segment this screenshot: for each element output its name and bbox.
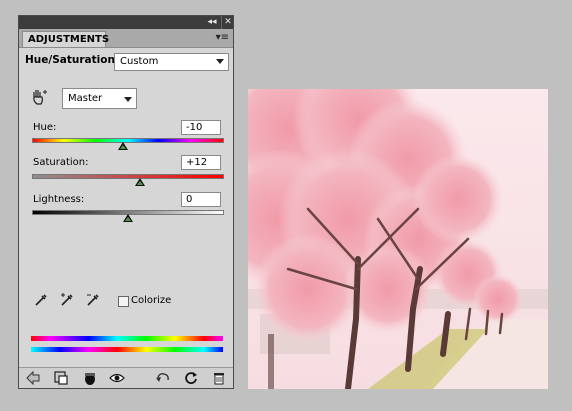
saturation-value: +12 [186, 157, 208, 168]
saturation-slider-track[interactable] [32, 174, 224, 179]
clip-layer-icon[interactable] [53, 370, 69, 386]
preset-title: Hue/Saturation [25, 54, 115, 66]
hue-field[interactable]: -10 [181, 120, 221, 135]
tab-row: ADJUSTMENTS ▾≡ [19, 29, 233, 48]
tab-adjustments[interactable]: ADJUSTMENTS [22, 31, 110, 47]
tab-label: ADJUSTMENTS [28, 34, 110, 45]
hand-adjust-icon[interactable] [30, 88, 48, 106]
cherry-blossom-image [248, 89, 548, 389]
eye-icon[interactable] [109, 370, 125, 386]
visibility-circle-icon[interactable] [82, 370, 98, 386]
close-icon[interactable]: ✕ [221, 16, 234, 29]
colorize-checkbox[interactable] [118, 296, 129, 307]
result-color-bar [31, 347, 223, 352]
lightness-field[interactable]: 0 [181, 192, 221, 207]
lightness-label: Lightness: [33, 194, 85, 205]
hue-slider-track[interactable] [32, 138, 224, 143]
saturation-slider-thumb[interactable] [134, 178, 145, 186]
saturation-label: Saturation: [33, 157, 89, 168]
source-color-bar [31, 336, 223, 341]
eyedropper-icon[interactable] [33, 292, 49, 308]
lightness-value: 0 [186, 194, 193, 205]
channel-value: Master [68, 93, 103, 104]
adjustments-panel: ◂◂ ✕ ADJUSTMENTS ▾≡ Hue/Saturation Custo… [18, 15, 234, 389]
lightness-slider-thumb[interactable] [123, 214, 133, 222]
return-arrow-icon[interactable] [25, 370, 41, 386]
panel-menu-icon[interactable]: ▾≡ [216, 32, 229, 43]
hue-slider-thumb[interactable] [117, 142, 128, 150]
previous-state-icon[interactable] [155, 370, 171, 386]
chevron-down-icon [124, 97, 132, 102]
channel-dropdown[interactable]: Master [62, 88, 137, 109]
trash-icon[interactable] [211, 370, 227, 386]
eyedropper-plus-icon[interactable] [59, 292, 75, 308]
hue-value: -10 [186, 122, 203, 133]
preset-dropdown[interactable]: Custom [114, 53, 229, 71]
saturation-field[interactable]: +12 [181, 155, 221, 170]
cherry-blossom-photo [248, 89, 548, 389]
collapse-icon[interactable]: ◂◂ [205, 16, 219, 29]
panel-titlebar: ◂◂ ✕ [19, 16, 233, 29]
colorize-label: Colorize [131, 295, 172, 306]
panel-bottom-bar [19, 367, 233, 388]
chevron-down-icon [216, 59, 224, 64]
eyedropper-minus-icon[interactable] [85, 292, 101, 308]
reset-icon[interactable] [183, 370, 199, 386]
hue-label: Hue: [33, 122, 57, 133]
preset-value: Custom [120, 56, 159, 67]
